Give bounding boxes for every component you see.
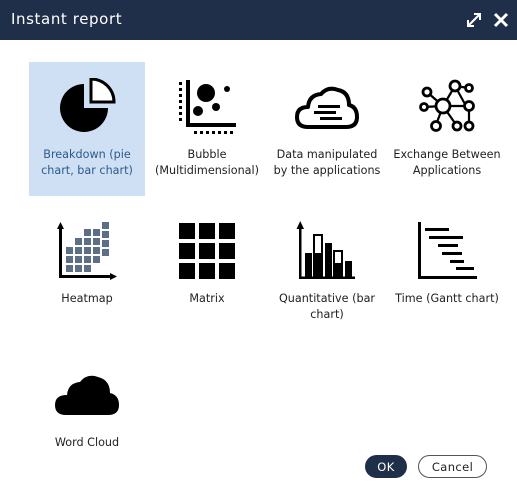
tile-label: Bubble (Multidimensional) [155,148,259,177]
expand-icon[interactable] [465,11,483,29]
pie-chart-icon [29,76,145,138]
gantt-chart-icon [389,220,505,282]
tile-exchange[interactable]: Exchange Between Applications [389,62,505,196]
tile-label: Matrix [189,292,225,305]
tile-bubble[interactable]: Bubble (Multidimensional) [149,62,265,196]
bar-chart-icon [269,220,385,282]
tile-data-manipulated[interactable]: Data manipulated by the applications [269,62,385,196]
tile-label: Heatmap [61,292,113,305]
tile-breakdown[interactable]: Breakdown (pie chart, bar chart) [29,62,145,196]
dialog-title: Instant report [11,10,123,28]
tile-time-gantt[interactable]: Time (Gantt chart) [389,206,505,340]
network-graph-icon [389,76,505,138]
tile-word-cloud[interactable]: Word Cloud [29,350,145,484]
ok-button[interactable]: OK [365,455,407,478]
tile-label: Time (Gantt chart) [395,292,499,305]
tile-label: Quantitative (bar chart) [278,292,376,321]
tile-label: Exchange Between Applications [393,148,501,177]
tile-label: Data manipulated by the applications [273,148,381,177]
close-icon[interactable] [492,11,510,29]
cloud-data-icon [269,76,385,138]
bubble-chart-icon [149,76,265,138]
tile-matrix[interactable]: Matrix [149,206,265,340]
tile-label: Word Cloud [54,436,120,449]
cancel-button[interactable]: Cancel [418,455,487,478]
tile-quantitative[interactable]: Quantitative (bar chart) [269,206,385,340]
tile-heatmap[interactable]: Heatmap [29,206,145,340]
cloud-icon [29,364,145,426]
dialog-titlebar: Instant report [0,0,517,40]
tile-label: Breakdown (pie chart, bar chart) [41,148,133,177]
matrix-grid-icon [149,220,265,282]
heatmap-icon [29,220,145,282]
